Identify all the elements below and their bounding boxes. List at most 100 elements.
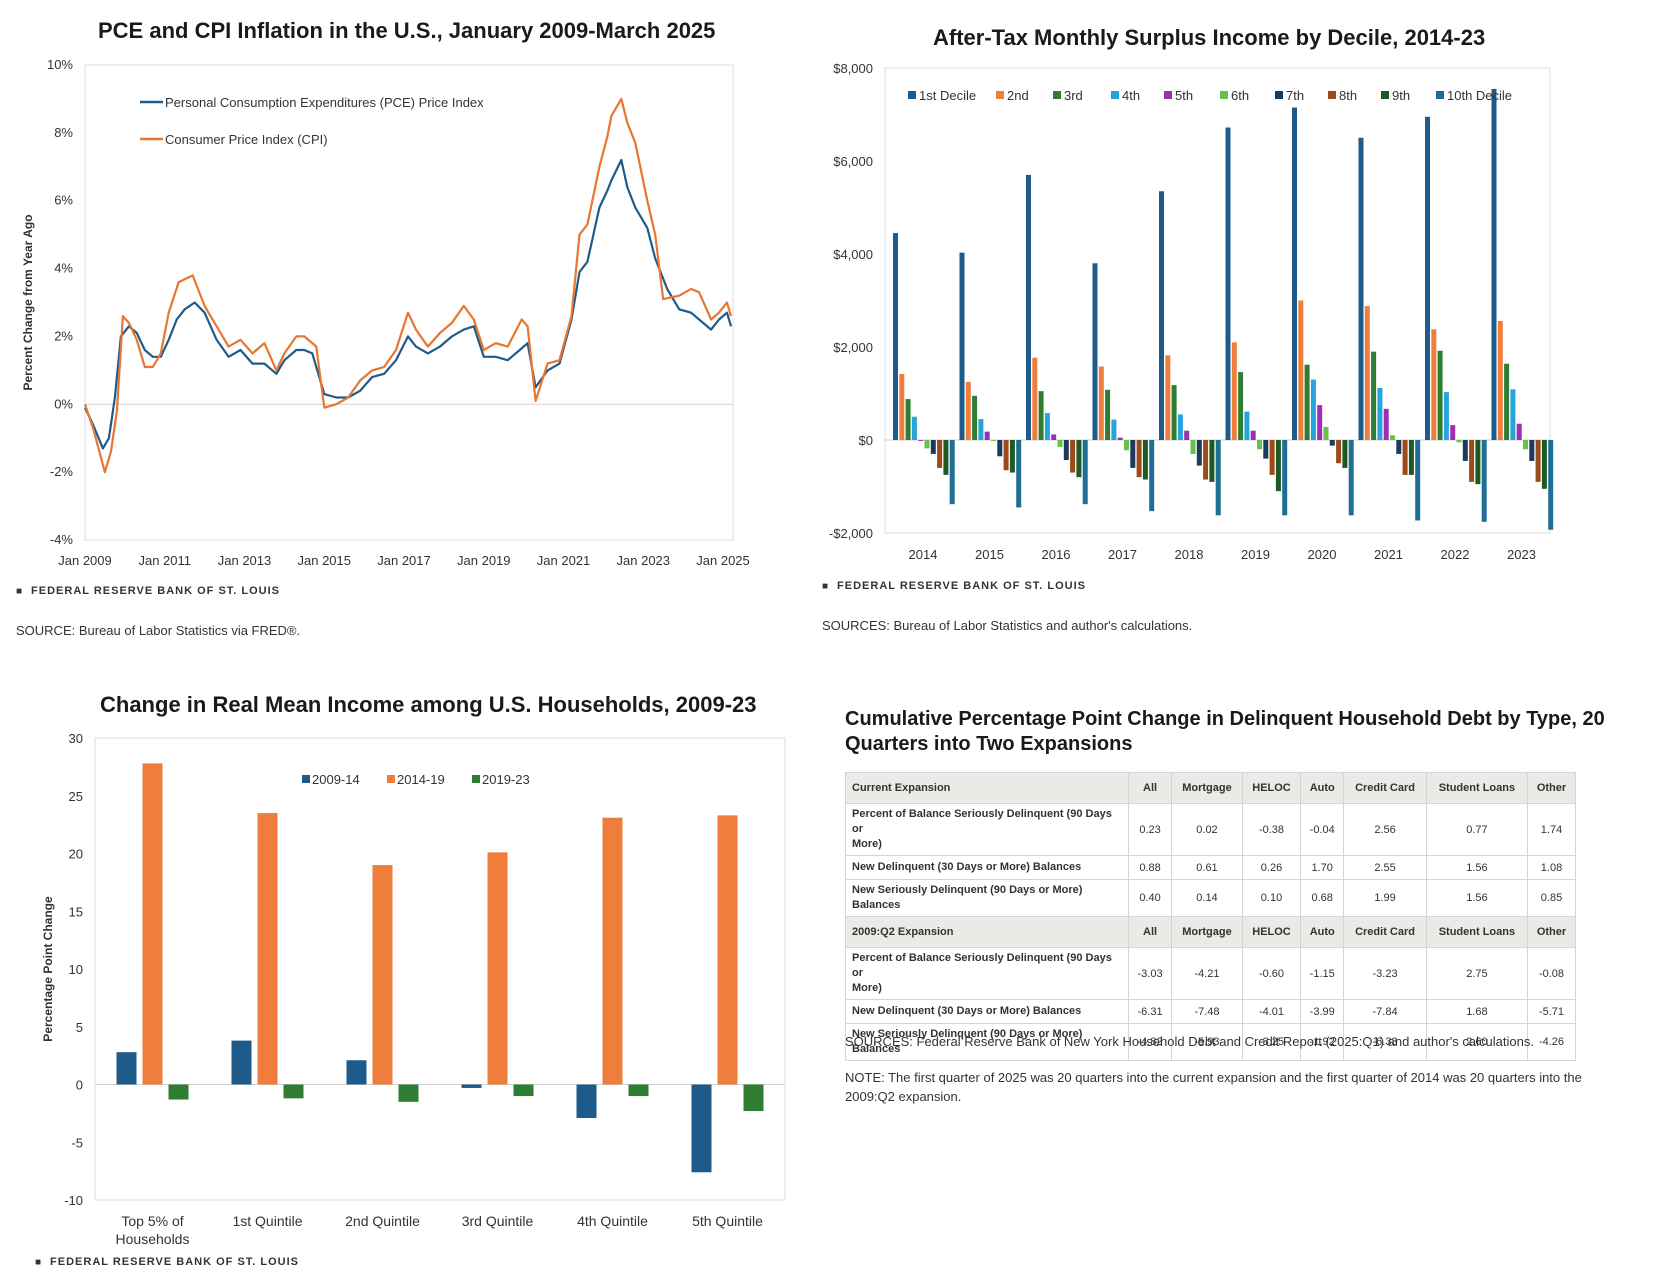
x-tick-label: Jan 2023 [617,553,671,568]
table-cell: -5.71 [1527,999,1576,1024]
table-header-cell: 2009:Q2 Expansion [845,916,1129,948]
table-header-cell: Mortgage [1171,916,1243,948]
bar [924,440,930,449]
bar [231,1040,252,1085]
table-cell: 1.99 [1343,879,1427,917]
bar [743,1084,764,1112]
table-cell: 1.74 [1527,803,1576,856]
table-cell: 1.56 [1425,855,1529,880]
table-row: Percent of Balance Seriously Delinquent … [845,803,1576,856]
bar [965,381,971,440]
bar [1092,263,1098,440]
table-header-cell: Auto [1300,772,1345,804]
bar [1111,419,1117,440]
table-cell: 0.77 [1425,803,1529,856]
table-cell: 0.14 [1171,879,1243,917]
bar [1026,174,1031,440]
bar [1177,414,1183,440]
bar [1269,440,1275,475]
bar [1142,440,1148,480]
legend-label: 2019-23 [482,772,530,787]
bar [1250,430,1256,440]
bar [1082,440,1088,505]
x-tick-label: 3rd Quintile [462,1213,534,1229]
bar [1541,440,1547,489]
x-tick-label: Households [116,1231,190,1245]
bar [398,1084,419,1102]
legend-swatch [472,775,480,783]
table-row-label: New Delinquent (30 Days or More) Balance… [845,855,1129,880]
bar [346,1060,367,1085]
decile-chart-title: After-Tax Monthly Surplus Income by Deci… [933,25,1486,50]
bar [1298,300,1304,440]
legend-label: 10th Decile [1447,88,1512,103]
frb-brand-2: FEDERAL RESERVE BANK OF ST. LOUIS [822,580,1086,592]
table-cell: -0.60 [1241,947,1302,1000]
bar [1003,440,1009,471]
y-tick-label: $8,000 [833,61,873,76]
bar [1244,411,1250,440]
bar [1456,440,1462,443]
bar [1481,440,1487,522]
bar [1304,364,1310,440]
bar [1063,440,1069,460]
y-tick-label: -$2,000 [829,526,873,541]
bar [1051,434,1057,440]
x-tick-label: 2016 [1042,547,1071,562]
legend-label: Personal Consumption Expenditures (PCE) … [165,95,484,110]
bar [602,817,623,1085]
bar [1408,440,1414,475]
table-row-label: Percent of Balance Seriously Delinquent … [845,947,1129,1000]
table-header-cell: Other [1527,772,1576,804]
decile-chart-source: SOURCES: Bureau of Labor Statistics and … [822,618,1193,633]
x-tick-label: Jan 2009 [58,553,112,568]
x-tick-label: 5th Quintile [692,1213,763,1229]
bar [576,1084,597,1118]
plot-frame [94,737,786,1201]
x-tick-label: Jan 2015 [298,553,352,568]
bar [1450,425,1456,440]
y-tick-label: -5 [71,1135,83,1150]
y-tick-label: 2% [54,328,73,343]
table-header-cell: Current Expansion [845,772,1129,804]
y-tick-label: 6% [54,193,73,208]
x-tick-label: 2014 [909,547,938,562]
bar [1329,440,1335,446]
y-tick-label: -4% [50,532,74,547]
bar [997,440,1003,457]
table-row: New Seriously Delinquent (90 Days or Mor… [845,879,1576,917]
frb-brand-1: FEDERAL RESERVE BANK OF ST. LOUIS [16,585,280,597]
table-title-line-2: Quarters into Two Expansions [845,733,1133,755]
y-tick-label: 20 [69,847,83,862]
bar [1098,366,1104,440]
y-tick-label: 30 [69,731,83,746]
legend-label: 1st Decile [919,88,976,103]
y-tick-label: -10 [64,1193,83,1208]
y-tick-label: 10 [69,962,83,977]
x-tick-label: 1st Quintile [232,1213,302,1229]
bar [1196,440,1202,466]
bar [1136,440,1142,478]
series-line [83,97,733,474]
table-header-cell: Auto [1300,916,1345,948]
bar [949,440,955,505]
line-chart-source: SOURCE: Bureau of Labor Statistics via F… [16,623,301,638]
bar [937,440,943,468]
x-tick-label: 2018 [1175,547,1204,562]
x-tick-label: 2nd Quintile [345,1213,420,1229]
bar [1016,440,1022,508]
bar [1402,440,1408,475]
decile-bar-chart: $8,000 $6,000 $4,000 $2,000 $0 -$2,000 2014 201… [829,61,1554,562]
bar [1130,440,1136,468]
x-tick-label: 4th Quintile [577,1213,648,1229]
legend-swatch [1220,91,1228,99]
table-cell: 1.68 [1425,999,1529,1024]
table-header-cell: All [1127,916,1173,948]
y-tick-label: 5 [76,1020,83,1035]
y-tick-label: 4% [54,261,73,276]
bar [1044,413,1050,440]
legend-swatch [1381,91,1389,99]
bar [1336,440,1342,464]
table-cell: 1.56 [1425,879,1529,917]
x-tick-label: Jan 2019 [457,553,511,568]
